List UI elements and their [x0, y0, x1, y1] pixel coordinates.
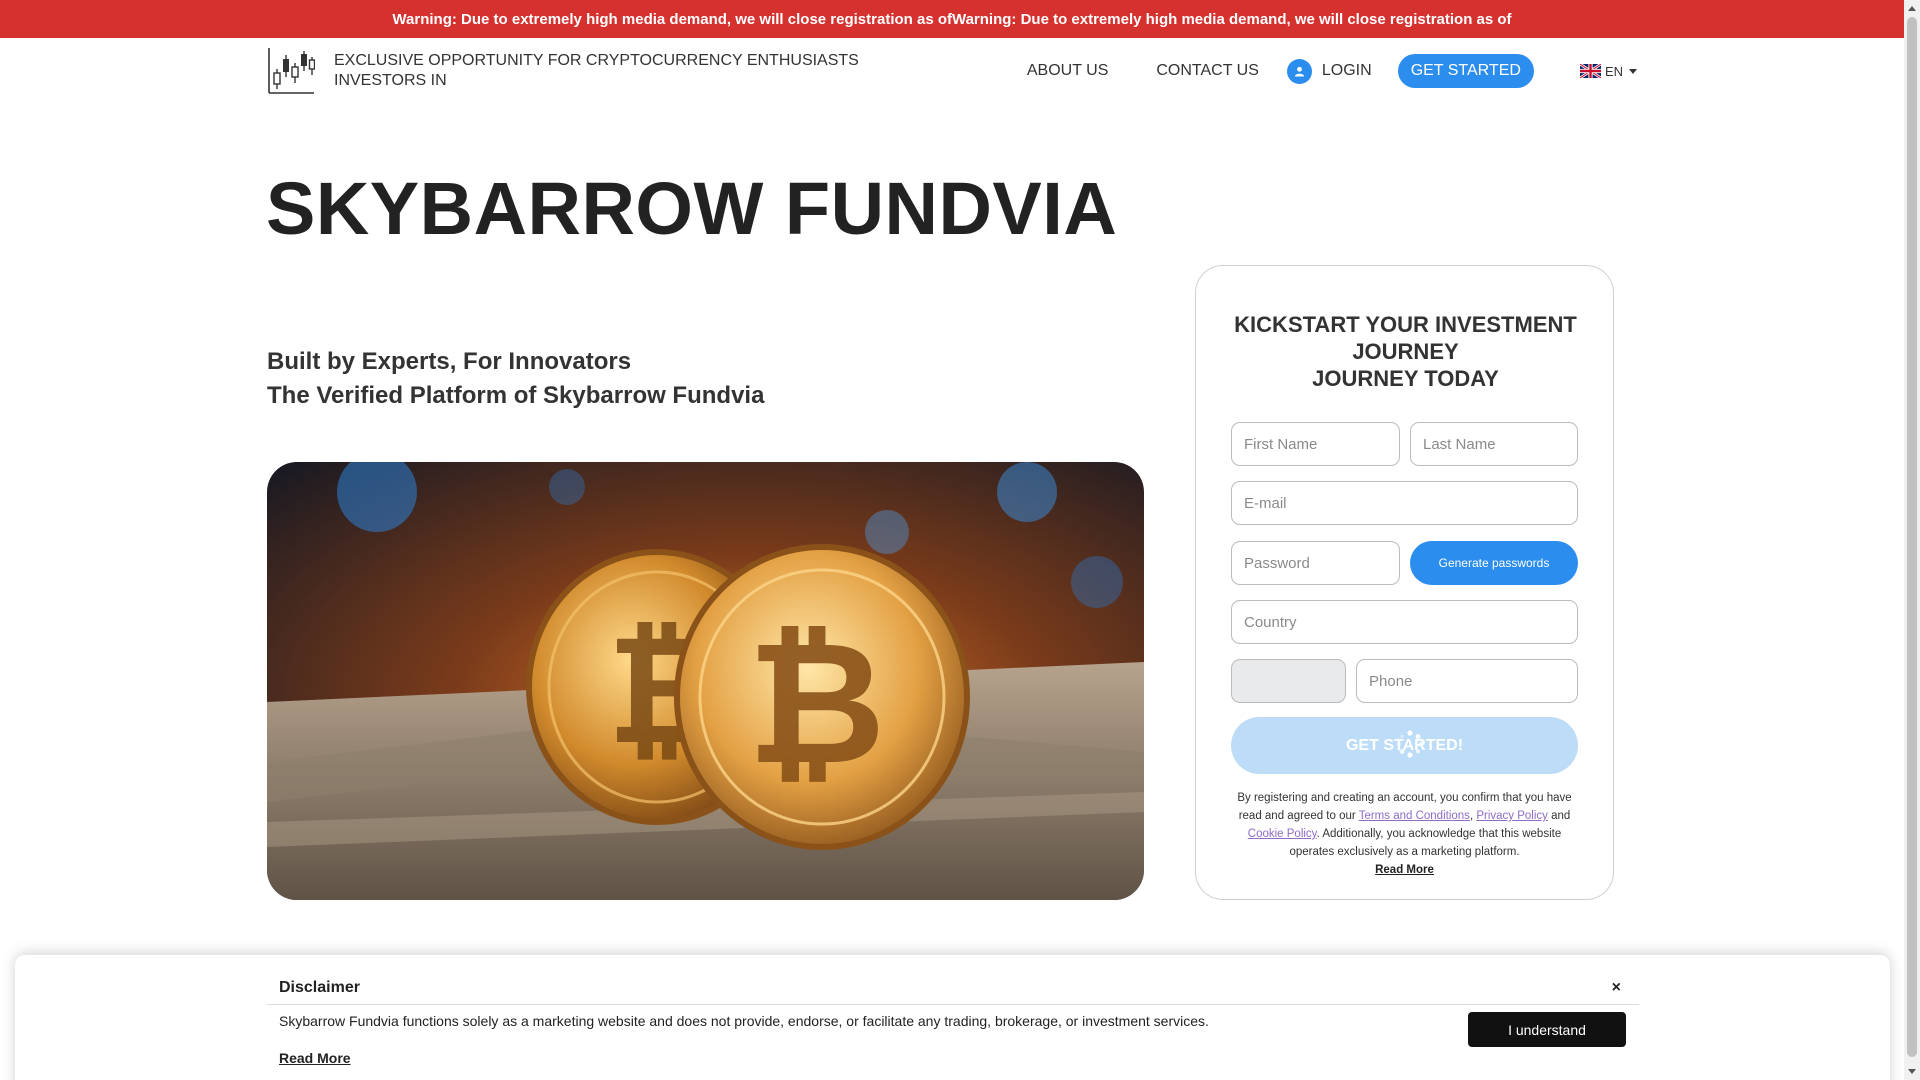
svg-text:₿: ₿	[747, 605, 886, 803]
form-title-line-1: KICKSTART YOUR INVESTMENT JOURNEY	[1234, 312, 1577, 364]
legal-and: and	[1547, 810, 1571, 822]
country-field[interactable]: Country	[1231, 600, 1578, 644]
disclaimer-title: Disclaimer	[279, 979, 360, 996]
warning-text: Warning: Due to extremely high media dem…	[392, 10, 1512, 28]
disclaimer-header: Disclaimer ×	[267, 967, 1639, 1005]
chevron-down-icon	[1629, 68, 1637, 74]
nav-contact-us[interactable]: CONTACT US	[1156, 62, 1259, 80]
warning-banner: Warning: Due to extremely high media dem…	[0, 0, 1904, 38]
vertical-scrollbar[interactable]	[1904, 0, 1920, 1080]
disclaimer-text: Skybarrow Fundvia functions solely as a …	[279, 1013, 1209, 1029]
subtitle-line-2: The Verified Platform of Skybarrow Fundv…	[267, 382, 765, 409]
user-icon	[1286, 58, 1312, 84]
hero-subtitle: Built by Experts, For Innovators The Ver…	[267, 345, 764, 413]
uk-flag-icon	[1579, 64, 1601, 78]
scroll-up-icon[interactable]	[1908, 6, 1916, 11]
scroll-down-icon[interactable]	[1908, 1069, 1916, 1074]
registration-form: KICKSTART YOUR INVESTMENT JOURNEY JOURNE…	[1195, 265, 1614, 900]
first-name-field[interactable]: First Name	[1231, 422, 1400, 466]
legal-text-2: . Additionally, you acknowledge that thi…	[1289, 828, 1562, 858]
privacy-link[interactable]: Privacy Policy	[1476, 810, 1548, 822]
get-started-button[interactable]: GET STARTED	[1397, 54, 1534, 88]
nav-about-us[interactable]: ABOUT US	[1027, 62, 1109, 80]
site-header: EXCLUSIVE OPPORTUNITY FOR CRYPTOCURRENCY…	[267, 46, 1637, 96]
legal-notice: By registering and creating an account, …	[1231, 789, 1578, 879]
last-name-field[interactable]: Last Name	[1410, 422, 1578, 466]
close-icon[interactable]: ×	[1612, 979, 1621, 997]
terms-link[interactable]: Terms and Conditions	[1359, 810, 1470, 822]
login-label: LOGIN	[1321, 62, 1372, 79]
login-link[interactable]: LOGIN	[1286, 58, 1372, 84]
email-field[interactable]: E-mail	[1231, 481, 1578, 525]
language-label: EN	[1604, 63, 1623, 79]
site-tagline: EXCLUSIVE OPPORTUNITY FOR CRYPTOCURRENCY…	[334, 52, 859, 89]
loading-spinner-icon	[1397, 730, 1424, 758]
phone-field[interactable]: Phone	[1356, 659, 1578, 703]
submit-button[interactable]: GET STARTED!	[1231, 717, 1578, 774]
form-read-more-link[interactable]: Read More	[1231, 861, 1578, 879]
page: Warning: Due to extremely high media dem…	[0, 0, 1904, 1080]
i-understand-button[interactable]: I understand	[1468, 1012, 1626, 1047]
phone-code-field[interactable]	[1231, 659, 1346, 703]
subtitle-line-1: Built by Experts, For Innovators	[267, 348, 632, 375]
hero-title: SKYBARROW FUNDVIA	[266, 167, 1118, 250]
disclaimer-banner: Disclaimer × Skybarrow Fundvia functions…	[15, 955, 1890, 1080]
form-title: KICKSTART YOUR INVESTMENT JOURNEY JOURNE…	[1196, 311, 1615, 392]
form-title-line-2: JOURNEY TODAY	[1312, 366, 1499, 391]
generate-password-button[interactable]: Generate passwords	[1410, 541, 1578, 585]
candlestick-chart-icon[interactable]	[267, 47, 315, 95]
language-selector[interactable]: EN	[1579, 63, 1637, 79]
cookie-link[interactable]: Cookie Policy	[1248, 828, 1317, 840]
main-nav: ABOUT US CONTACT US LOGIN GET STARTED EN	[1027, 46, 1637, 96]
disclaimer-read-more-link[interactable]: Read More	[279, 1050, 351, 1066]
scrollbar-thumb[interactable]	[1907, 17, 1917, 1057]
password-field[interactable]: Password	[1231, 541, 1400, 585]
hero-bitcoin-image: ₿ ₿	[267, 462, 1144, 900]
